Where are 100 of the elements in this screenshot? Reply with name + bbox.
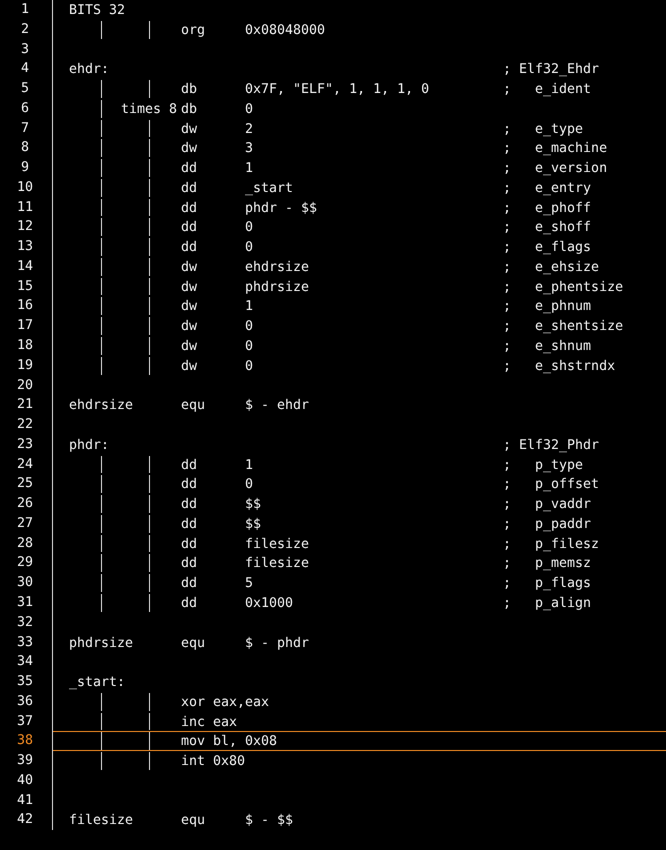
code-statement: int 0x80 — [181, 753, 246, 770]
code-operand: $ - $$ — [245, 813, 294, 828]
line-number: 20 — [0, 376, 53, 396]
code-mnemonic: dw — [181, 358, 198, 374]
line-number: 19 — [0, 356, 53, 376]
line-number: 24 — [0, 454, 53, 474]
code-operand: $$ — [245, 497, 262, 512]
code-comment: ; e_phoff — [503, 200, 592, 216]
line-number: 6 — [0, 98, 53, 119]
code-comment: ; e_entry — [503, 180, 592, 197]
code-mnemonic: dd — [181, 200, 198, 216]
code-mnemonic: dd — [181, 516, 198, 532]
code-label: phdr: — [69, 436, 110, 454]
code-operand: $ - ehdr — [245, 398, 310, 414]
code-label: _start: — [69, 674, 126, 691]
code-mnemonic: dd — [181, 576, 198, 592]
code-comment: ; p_align — [503, 594, 592, 612]
code-operand: phdrsize — [245, 280, 310, 295]
code-mnemonic: dw — [181, 141, 198, 156]
code-mnemonic: dw — [181, 280, 198, 295]
line-number: 26 — [0, 494, 53, 514]
code-operand: 0x08048000 — [245, 22, 326, 38]
line-number: 37 — [0, 712, 53, 732]
line-number: 29 — [0, 553, 53, 574]
line-number: 40 — [0, 770, 53, 791]
line-number: 36 — [0, 692, 53, 712]
code-comment: ; e_phentsize — [503, 278, 624, 296]
line-number: 18 — [0, 336, 53, 356]
code-operand: ehdrsize — [245, 260, 310, 275]
code-comment: ; p_vaddr — [503, 496, 592, 513]
code-label: phdrsize — [69, 634, 134, 652]
line-number: 5 — [0, 79, 53, 99]
line-number: 8 — [0, 138, 53, 158]
code-mnemonic: equ — [181, 813, 206, 828]
code-statement: mov bl, 0x08 — [181, 733, 278, 750]
line-number: 39 — [0, 751, 53, 771]
code-mnemonic: dd — [181, 497, 198, 512]
line-number: 2 — [0, 20, 53, 40]
line-number: 9 — [0, 158, 53, 178]
code-comment: ; p_type — [503, 456, 584, 474]
line-number: 28 — [0, 534, 53, 554]
code-operand: _start — [245, 180, 294, 196]
code-operand: 0 — [245, 477, 254, 492]
line-number: 16 — [0, 296, 53, 316]
code-operand: 1 — [245, 161, 254, 176]
line-number: 31 — [0, 592, 53, 613]
code-comment: ; Elf32_Ehdr — [503, 61, 600, 78]
code-comment: ; e_shstrndx — [503, 358, 616, 375]
code-operand: 0x7F, "ELF", 1, 1, 1, 0 — [245, 82, 430, 98]
code-comment: ; e_type — [503, 120, 584, 138]
line-number: 10 — [0, 178, 53, 198]
code-mnemonic: dw — [181, 122, 198, 137]
code-operand: 0 — [245, 358, 254, 374]
code-operand: filesize — [245, 556, 310, 572]
line-number: 35 — [0, 672, 53, 692]
code-mnemonic: dd — [181, 240, 198, 256]
code-operand: 5 — [245, 576, 254, 592]
code-comment: ; p_paddr — [503, 516, 592, 533]
code-operand: 0 — [245, 339, 254, 354]
code-comment: ; Elf32_Phdr — [503, 436, 600, 454]
code-comment: ; e_shentsize — [503, 318, 624, 336]
code-mnemonic: dw — [181, 299, 198, 314]
code-mnemonic: org — [181, 22, 206, 38]
line-number: 23 — [0, 434, 53, 455]
code-operand: 1 — [245, 458, 254, 473]
line-number: 33 — [0, 632, 53, 652]
code-mnemonic: dd — [181, 477, 198, 492]
code-mnemonic: dw — [181, 319, 198, 334]
code-operand: filesize — [245, 536, 310, 552]
line-number: 22 — [0, 415, 53, 435]
code-mnemonic: db — [181, 102, 198, 117]
code-label: BITS 32 — [69, 2, 126, 19]
code-mnemonic: db — [181, 82, 198, 98]
code-mnemonic: equ — [181, 398, 206, 414]
code-operand: 0 — [245, 319, 254, 334]
line-number: 17 — [0, 316, 53, 336]
line-number: 15 — [0, 276, 53, 296]
code-comment: ; p_filesz — [503, 536, 600, 552]
code-operand: $$ — [245, 516, 262, 532]
code-label: ehdrsize — [69, 397, 134, 414]
code-comment: ; e_shnum — [503, 338, 592, 355]
code-comment: ; e_version — [503, 160, 608, 177]
code-comment: ; e_ehsize — [503, 258, 600, 276]
code-mnemonic: dd — [181, 556, 198, 572]
code-mnemonic: dd — [181, 180, 198, 196]
code-operand: 0 — [245, 102, 254, 117]
line-number: 12 — [0, 217, 53, 238]
code-mnemonic: dd — [181, 161, 198, 176]
code-comment: ; p_memsz — [503, 555, 592, 572]
code-comment: ; p_flags — [503, 575, 592, 592]
code-comment: ; e_shoff — [503, 219, 592, 236]
line-number: 32 — [0, 612, 53, 632]
line-number: 3 — [0, 40, 53, 60]
line-number: 38 — [0, 731, 53, 752]
line-number: 21 — [0, 395, 53, 416]
code-operand: 2 — [245, 122, 254, 137]
code-statement: xor eax,eax — [181, 694, 270, 711]
code-mnemonic: dd — [181, 536, 198, 552]
code-operand: 0 — [245, 220, 254, 236]
code-operand: 1 — [245, 299, 254, 314]
